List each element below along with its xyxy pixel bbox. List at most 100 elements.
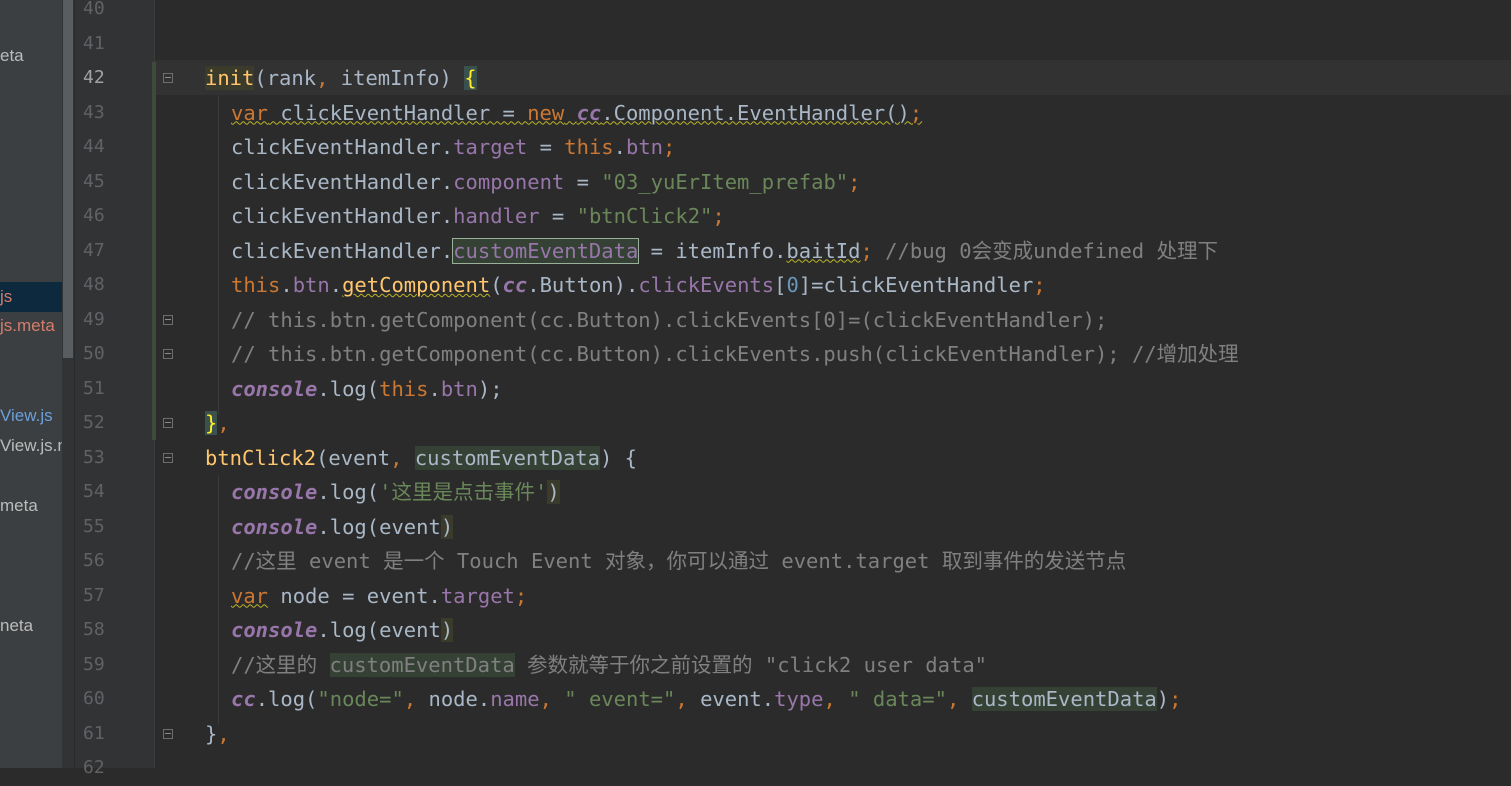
code-token: '这里是点击事件': [379, 480, 548, 504]
code-line-44[interactable]: clickEventHandler.target = this.btn;: [231, 130, 675, 165]
file-item[interactable]: neta: [0, 611, 33, 641]
code-token: event.: [700, 687, 775, 711]
fold-marker-icon[interactable]: [163, 73, 173, 83]
code-token: ;: [860, 238, 873, 263]
code-line-43[interactable]: var clickEventHandler = new cc.Component…: [231, 96, 922, 131]
code-line-61[interactable]: },: [205, 717, 230, 752]
code-token: cc: [231, 687, 256, 711]
code-comment: 参数就等于你之前设置的 "click2 user data": [514, 652, 988, 677]
code-token: ;: [1033, 273, 1046, 297]
code-token: ;: [1169, 687, 1182, 711]
code-token: console: [231, 376, 318, 401]
code-token: btnClick2: [205, 445, 317, 470]
code-token: ]=clickEventHandler: [798, 273, 1034, 297]
code-line-55[interactable]: console.log(event): [231, 510, 454, 545]
code-line-60[interactable]: cc.log("node=", node.name, " event=", ev…: [231, 682, 1181, 717]
code-line-45[interactable]: clickEventHandler.component = "03_yuErIt…: [231, 165, 860, 200]
code-comment: //这里的: [231, 652, 330, 677]
code-token: {: [464, 66, 477, 90]
file-item[interactable]: View.js: [0, 401, 53, 431]
line-number: 47: [83, 239, 105, 261]
code-line-53[interactable]: btnClick2(event, customEventData) {: [205, 441, 637, 476]
line-number: 50: [83, 343, 105, 364]
code-token: ,: [390, 445, 403, 470]
line-number: 61: [83, 722, 105, 744]
code-token: [: [774, 273, 787, 297]
code-token: ): [440, 618, 454, 642]
line-number: 51: [83, 377, 105, 399]
code-token: node.: [428, 687, 491, 711]
code-line-48[interactable]: this.btn.getComponent(cc.Button).clickEv…: [231, 268, 1046, 303]
line-number: 45: [83, 170, 105, 192]
line-number: 42: [83, 67, 105, 88]
code-line-51[interactable]: console.log(this.btn);: [231, 372, 503, 407]
code-token: ,: [675, 687, 701, 711]
fold-marker-icon[interactable]: [163, 418, 173, 428]
fold-marker-icon[interactable]: [163, 729, 173, 739]
file-item[interactable]: View.js.m: [0, 431, 62, 461]
code-token: " data=": [848, 687, 947, 711]
code-token: ,: [403, 687, 429, 711]
line-number: 58: [83, 619, 105, 640]
code-token: 0: [786, 273, 799, 297]
code-token: .log(: [317, 480, 380, 504]
code-token: ;: [848, 169, 861, 194]
code-token: var: [231, 583, 269, 608]
code-token: ;: [712, 204, 725, 228]
usage-highlight: customEventData: [329, 652, 515, 677]
code-token: init: [205, 66, 255, 90]
file-item[interactable]: eta: [0, 41, 24, 71]
code-comment: //这里 event 是一个 Touch Event 对象，你可以通过 even…: [231, 549, 1127, 573]
indent-guide: [218, 475, 219, 725]
sidebar-scrollbar-thumb[interactable]: [63, 0, 73, 358]
code-token: ;: [663, 135, 676, 159]
code-line-58[interactable]: console.log(event): [231, 613, 454, 648]
code-line-52[interactable]: },: [205, 406, 230, 441]
code-token: baitId: [786, 238, 861, 263]
code-line-57[interactable]: var node = event.target;: [231, 579, 527, 614]
code-line-50[interactable]: // this.btn.getComponent(cc.Button).clic…: [231, 337, 1239, 372]
code-token: "btnClick2": [576, 204, 713, 228]
fold-marker-icon[interactable]: [163, 349, 173, 359]
line-number: 59: [83, 653, 105, 675]
code-token: console: [231, 618, 318, 642]
code-token: clickEventHandler.: [231, 135, 454, 159]
code-token: ,: [946, 687, 972, 711]
code-token: );: [477, 376, 503, 401]
code-line-59[interactable]: //这里的 customEventData 参数就等于你之前设置的 "click…: [231, 648, 987, 683]
code-token: target: [453, 135, 528, 159]
code-line-49[interactable]: // this.btn.getComponent(cc.Button).clic…: [231, 303, 1107, 338]
code-token: .log(event: [317, 514, 441, 539]
code-token: ,: [217, 411, 230, 435]
fold-marker-icon[interactable]: [163, 453, 173, 463]
code-token: cc: [502, 273, 528, 297]
line-number: 48: [83, 274, 105, 295]
code-token: name: [490, 687, 540, 711]
file-item-selected[interactable]: js: [0, 282, 62, 312]
code-token: btn: [292, 273, 330, 297]
code-token: type: [774, 687, 824, 711]
code-line-54[interactable]: console.log('这里是点击事件'): [231, 475, 560, 510]
code-token: ) {: [599, 445, 638, 470]
file-item[interactable]: js.meta: [0, 311, 55, 341]
code-token: =: [564, 169, 602, 194]
code-token: getComponent: [342, 273, 491, 297]
line-number: 52: [83, 412, 105, 433]
code-comment: // this.btn.getComponent(cc.Button).clic…: [231, 307, 1108, 332]
code-token: clickEventHandler =: [268, 100, 528, 125]
code-line-47[interactable]: clickEventHandler.customEventData = item…: [231, 234, 1218, 269]
code-line-56[interactable]: //这里 event 是一个 Touch Event 对象，你可以通过 even…: [231, 544, 1126, 579]
code-token: .log(event: [317, 618, 441, 642]
code-token: console: [231, 480, 318, 504]
code-line-46[interactable]: clickEventHandler.handler = "btnClick2";: [231, 199, 725, 234]
code-token: clickEventHandler.: [231, 204, 454, 228]
line-number: 40: [83, 0, 105, 19]
usage-highlight: customEventData: [414, 445, 600, 470]
code-token: target: [440, 583, 515, 608]
code-line-42[interactable]: init(rank, itemInfo) {: [205, 61, 477, 96]
code-token: ;: [909, 100, 923, 125]
file-item[interactable]: meta: [0, 491, 38, 521]
code-token: = itemInfo.: [638, 238, 787, 263]
fold-marker-icon[interactable]: [163, 315, 173, 325]
